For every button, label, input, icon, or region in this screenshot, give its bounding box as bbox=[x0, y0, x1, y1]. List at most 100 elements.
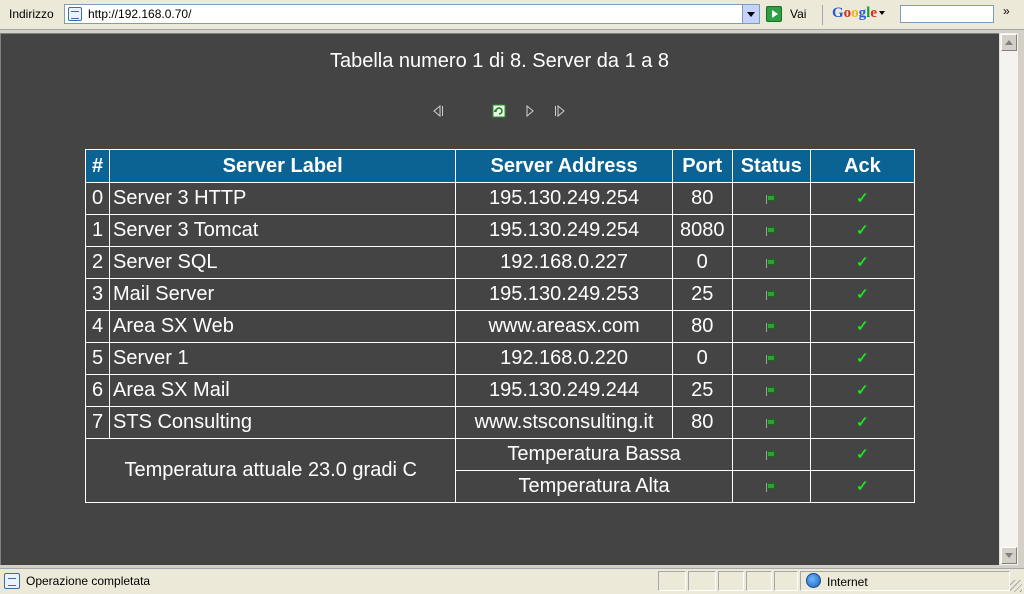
row-label: Mail Server bbox=[109, 278, 457, 311]
status-flag-icon bbox=[766, 194, 776, 204]
row-address: 195.130.249.254 bbox=[455, 182, 673, 215]
row-label: Server 1 bbox=[109, 342, 457, 375]
row-port: 0 bbox=[671, 342, 733, 375]
google-dropdown-icon[interactable] bbox=[879, 10, 886, 15]
ack-check-icon[interactable]: ✓ bbox=[856, 479, 869, 494]
go-arrow-icon[interactable] bbox=[766, 6, 782, 22]
row-num: 3 bbox=[84, 278, 111, 311]
table-row: 3 Mail Server 195.130.249.253 25 ✓ bbox=[84, 278, 916, 311]
page-done-icon bbox=[4, 573, 20, 589]
row-label: Area SX Web bbox=[109, 310, 457, 343]
address-toolbar: Indirizzo http://192.168.0.70/ Vai Googl… bbox=[0, 0, 1024, 30]
status-pane bbox=[658, 571, 686, 591]
header-ack: Ack bbox=[809, 149, 916, 183]
google-logo[interactable]: Google bbox=[832, 5, 877, 21]
ack-check-icon[interactable]: ✓ bbox=[856, 383, 869, 398]
row-port: 80 bbox=[671, 182, 733, 215]
address-input[interactable]: http://192.168.0.70/ bbox=[64, 4, 760, 24]
refresh-icon[interactable] bbox=[492, 104, 506, 120]
row-num: 4 bbox=[84, 310, 111, 343]
table-row: 7 STS Consulting www.stsconsulting.it 80… bbox=[84, 406, 916, 439]
next-page-icon[interactable] bbox=[524, 104, 536, 120]
resize-grip-icon[interactable] bbox=[1010, 580, 1022, 592]
status-cell bbox=[731, 470, 811, 503]
status-bar: Operazione completata Internet bbox=[0, 568, 1024, 594]
row-num: 6 bbox=[84, 374, 111, 407]
scroll-down-icon[interactable] bbox=[1001, 547, 1017, 564]
table-row: 6 Area SX Mail 195.130.249.244 25 ✓ bbox=[84, 374, 916, 407]
table-row: 0 Server 3 HTTP 195.130.249.254 80 ✓ bbox=[84, 182, 916, 215]
ack-check-icon[interactable]: ✓ bbox=[856, 191, 869, 206]
table-header-row: # Server Label Server Address Port Statu… bbox=[84, 149, 916, 183]
ack-check-icon[interactable]: ✓ bbox=[856, 255, 869, 270]
status-cell bbox=[731, 374, 811, 407]
status-message: Operazione completata bbox=[26, 574, 151, 588]
row-num: 2 bbox=[84, 246, 111, 279]
table-row: 5 Server 1 192.168.0.220 0 ✓ bbox=[84, 342, 916, 375]
ack-check-icon[interactable]: ✓ bbox=[856, 319, 869, 334]
table-row: 2 Server SQL 192.168.0.227 0 ✓ bbox=[84, 246, 916, 279]
row-port: 25 bbox=[671, 374, 733, 407]
ack-cell: ✓ bbox=[809, 214, 916, 247]
ack-check-icon[interactable]: ✓ bbox=[856, 415, 869, 430]
header-num: # bbox=[84, 149, 111, 183]
status-pane bbox=[718, 571, 744, 591]
status-cell bbox=[731, 182, 811, 215]
toolbar-separator bbox=[822, 5, 823, 25]
row-port: 25 bbox=[671, 278, 733, 311]
status-cell bbox=[731, 214, 811, 247]
ack-cell: ✓ bbox=[809, 438, 916, 471]
ack-cell: ✓ bbox=[809, 246, 916, 279]
ack-cell: ✓ bbox=[809, 406, 916, 439]
status-flag-icon bbox=[766, 450, 776, 460]
status-cell bbox=[731, 278, 811, 311]
status-pane bbox=[688, 571, 716, 591]
ack-check-icon[interactable]: ✓ bbox=[856, 287, 869, 302]
header-server-label: Server Label bbox=[109, 149, 457, 183]
status-pane bbox=[746, 571, 772, 591]
status-flag-icon bbox=[766, 258, 776, 268]
row-label: STS Consulting bbox=[109, 406, 457, 439]
temperature-high-label: Temperatura Alta bbox=[455, 470, 733, 503]
window-edge bbox=[1018, 30, 1024, 568]
ack-check-icon[interactable]: ✓ bbox=[856, 223, 869, 238]
status-cell bbox=[731, 342, 811, 375]
go-label[interactable]: Vai bbox=[790, 7, 806, 21]
header-status: Status bbox=[731, 149, 811, 183]
vertical-scrollbar[interactable] bbox=[999, 33, 1018, 565]
status-flag-icon bbox=[766, 322, 776, 332]
ack-check-icon[interactable]: ✓ bbox=[856, 447, 869, 462]
status-pane bbox=[774, 571, 798, 591]
address-label: Indirizzo bbox=[9, 7, 54, 21]
header-server-address: Server Address bbox=[455, 149, 673, 183]
row-num: 0 bbox=[84, 182, 111, 215]
row-label: Server 3 HTTP bbox=[109, 182, 457, 215]
status-cell bbox=[731, 438, 811, 471]
google-search-input[interactable] bbox=[900, 5, 994, 23]
status-flag-icon bbox=[766, 482, 776, 492]
status-flag-icon bbox=[766, 386, 776, 396]
first-page-icon[interactable] bbox=[432, 104, 446, 120]
table-row: 1 Server 3 Tomcat 195.130.249.254 8080 ✓ bbox=[84, 214, 916, 247]
ack-cell: ✓ bbox=[809, 310, 916, 343]
page-title: Tabella numero 1 di 8. Server da 1 a 8 bbox=[329, 50, 670, 72]
row-port: 8080 bbox=[671, 214, 733, 247]
row-num: 1 bbox=[84, 214, 111, 247]
row-label: Server 3 Tomcat bbox=[109, 214, 457, 247]
status-cell bbox=[731, 406, 811, 439]
address-dropdown-button[interactable] bbox=[742, 5, 759, 23]
zone-label: Internet bbox=[827, 575, 868, 589]
row-label: Area SX Mail bbox=[109, 374, 457, 407]
scroll-up-icon[interactable] bbox=[1001, 34, 1017, 51]
last-page-icon[interactable] bbox=[553, 104, 567, 120]
row-num: 7 bbox=[84, 406, 111, 439]
ack-check-icon[interactable]: ✓ bbox=[856, 351, 869, 366]
ack-cell: ✓ bbox=[809, 374, 916, 407]
google-menu-button[interactable]: Google bbox=[832, 4, 886, 24]
temperature-row-low: Temperatura attuale 23.0 gradi C Tempera… bbox=[84, 438, 916, 503]
address-value[interactable]: http://192.168.0.70/ bbox=[88, 7, 191, 21]
row-address: 195.130.249.244 bbox=[455, 374, 673, 407]
toolbar-overflow-chevron-icon[interactable]: » bbox=[1003, 4, 1010, 18]
status-flag-icon bbox=[766, 418, 776, 428]
ack-cell: ✓ bbox=[809, 278, 916, 311]
